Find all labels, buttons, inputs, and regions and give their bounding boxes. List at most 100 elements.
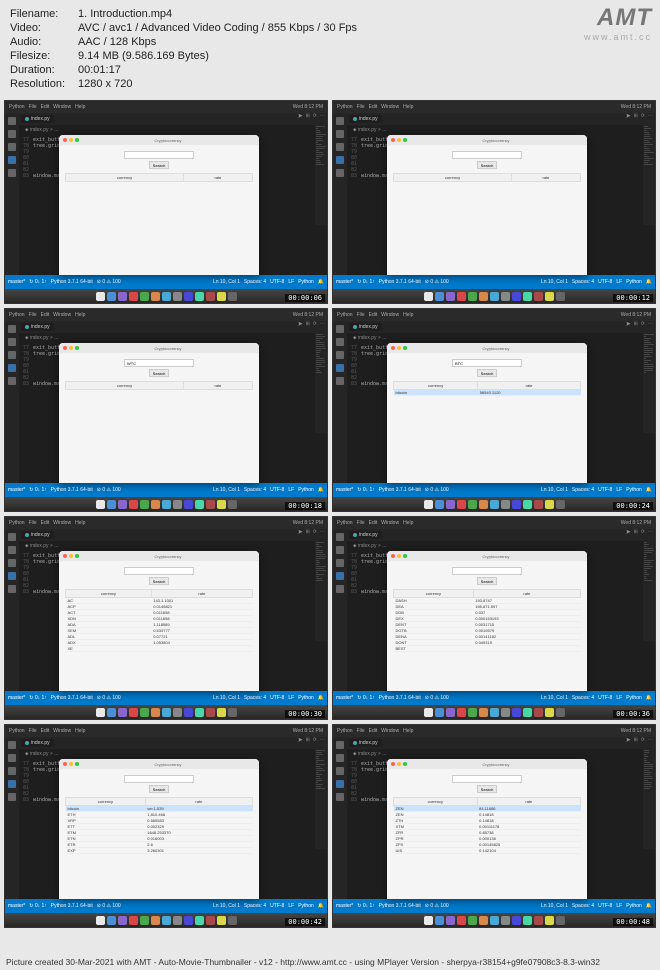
notification-icon[interactable]: 🔔 <box>646 279 652 285</box>
dock-app-icon[interactable] <box>490 916 499 925</box>
action-icon[interactable]: ⟳ <box>641 113 645 119</box>
menu-item[interactable]: Python <box>9 520 25 526</box>
git-branch[interactable]: master* <box>8 279 25 285</box>
python-version[interactable]: Python 3.7.1 64-bit <box>51 487 93 493</box>
search-button[interactable]: Search <box>149 369 170 377</box>
menu-item[interactable]: File <box>29 104 37 110</box>
search-icon[interactable] <box>8 130 16 138</box>
dock-app-icon[interactable] <box>446 500 455 509</box>
menu-item[interactable]: Help <box>75 728 85 734</box>
extensions-icon[interactable] <box>8 377 16 385</box>
action-icon[interactable]: ⊞ <box>634 321 638 327</box>
dock-app-icon[interactable] <box>512 292 521 301</box>
dock-app-icon[interactable] <box>195 916 204 925</box>
traffic-light-red[interactable] <box>63 554 67 558</box>
dock-app-icon[interactable] <box>107 708 116 717</box>
traffic-light-red[interactable] <box>63 138 67 142</box>
indent[interactable]: Spaces: 4 <box>244 279 266 285</box>
search-button[interactable]: Search <box>477 577 498 585</box>
error-count[interactable]: ⊘ 0 ⚠ 100 <box>97 487 121 493</box>
debug-icon[interactable] <box>336 364 344 372</box>
dock-app-icon[interactable] <box>457 708 466 717</box>
eol[interactable]: LF <box>288 695 294 701</box>
dock-app-icon[interactable] <box>556 500 565 509</box>
dock-app-icon[interactable] <box>151 708 160 717</box>
debug-icon[interactable] <box>8 156 16 164</box>
traffic-light-yellow[interactable] <box>397 554 401 558</box>
traffic-light-yellow[interactable] <box>397 762 401 766</box>
action-icon[interactable]: ▶ <box>627 321 631 327</box>
dock-app-icon[interactable] <box>435 916 444 925</box>
dock-app-icon[interactable] <box>217 708 226 717</box>
git-icon[interactable] <box>336 351 344 359</box>
dock-app-icon[interactable] <box>545 500 554 509</box>
menu-item[interactable]: Python <box>9 312 25 318</box>
indent[interactable]: Spaces: 4 <box>244 487 266 493</box>
dock-app-icon[interactable] <box>228 292 237 301</box>
sync-status[interactable]: ↻ 0↓ 1↑ <box>357 695 375 701</box>
editor-tab[interactable]: index.py <box>349 531 382 539</box>
dock-app-icon[interactable] <box>118 708 127 717</box>
encoding[interactable]: UTF-8 <box>598 903 612 909</box>
dock-app-icon[interactable] <box>468 292 477 301</box>
traffic-light-yellow[interactable] <box>69 346 73 350</box>
table-header[interactable]: rate <box>473 590 580 598</box>
eol[interactable]: LF <box>616 487 622 493</box>
traffic-light-green[interactable] <box>403 762 407 766</box>
search-icon[interactable] <box>336 130 344 138</box>
git-branch[interactable]: master* <box>8 695 25 701</box>
action-icon[interactable]: ⋯ <box>320 529 325 535</box>
table-header[interactable]: rate <box>183 174 252 182</box>
git-icon[interactable] <box>336 767 344 775</box>
python-version[interactable]: Python 3.7.1 64-bit <box>379 903 421 909</box>
files-icon[interactable] <box>8 533 16 541</box>
action-icon[interactable]: ⋯ <box>320 321 325 327</box>
dock-app-icon[interactable] <box>184 292 193 301</box>
menu-item[interactable]: Python <box>337 312 353 318</box>
python-version[interactable]: Python 3.7.1 64-bit <box>379 279 421 285</box>
menu-item[interactable]: Edit <box>369 104 378 110</box>
search-icon[interactable] <box>8 754 16 762</box>
menu-item[interactable]: Window <box>381 312 399 318</box>
dock-app-icon[interactable] <box>468 708 477 717</box>
table-row[interactable]: EXP3.260301 <box>66 848 253 854</box>
dock-app-icon[interactable] <box>534 916 543 925</box>
python-version[interactable]: Python 3.7.1 64-bit <box>51 695 93 701</box>
git-icon[interactable] <box>8 351 16 359</box>
dock-app-icon[interactable] <box>435 708 444 717</box>
extensions-icon[interactable] <box>336 585 344 593</box>
editor-tab[interactable]: index.py <box>21 323 54 331</box>
dock-app-icon[interactable] <box>545 916 554 925</box>
dock-app-icon[interactable] <box>173 292 182 301</box>
dock-app-icon[interactable] <box>195 500 204 509</box>
traffic-light-green[interactable] <box>75 346 79 350</box>
dock-app-icon[interactable] <box>140 708 149 717</box>
table-header[interactable]: rate <box>145 798 252 806</box>
dock-app-icon[interactable] <box>523 292 532 301</box>
dock-app-icon[interactable] <box>129 916 138 925</box>
indent[interactable]: Spaces: 4 <box>244 695 266 701</box>
dock-app-icon[interactable] <box>206 500 215 509</box>
indent[interactable]: Spaces: 4 <box>572 695 594 701</box>
dock-app-icon[interactable] <box>96 916 105 925</box>
debug-icon[interactable] <box>336 572 344 580</box>
dock-app-icon[interactable] <box>151 916 160 925</box>
error-count[interactable]: ⊘ 0 ⚠ 100 <box>425 903 449 909</box>
language[interactable]: Python <box>626 279 642 285</box>
dock-app-icon[interactable] <box>206 708 215 717</box>
dock-app-icon[interactable] <box>446 292 455 301</box>
menu-item[interactable]: Edit <box>41 312 50 318</box>
debug-icon[interactable] <box>8 364 16 372</box>
python-version[interactable]: Python 3.7.1 64-bit <box>51 903 93 909</box>
dock-app-icon[interactable] <box>162 708 171 717</box>
action-icon[interactable]: ⊞ <box>634 737 638 743</box>
action-icon[interactable]: ⟳ <box>313 321 317 327</box>
encoding[interactable]: UTF-8 <box>598 695 612 701</box>
action-icon[interactable]: ▶ <box>299 529 303 535</box>
cursor-position[interactable]: Ln 10, Col 1 <box>213 279 240 285</box>
menu-item[interactable]: Window <box>53 520 71 526</box>
dock-app-icon[interactable] <box>468 916 477 925</box>
menu-item[interactable]: Python <box>337 104 353 110</box>
sync-status[interactable]: ↻ 0↓ 1↑ <box>29 279 47 285</box>
debug-icon[interactable] <box>336 780 344 788</box>
